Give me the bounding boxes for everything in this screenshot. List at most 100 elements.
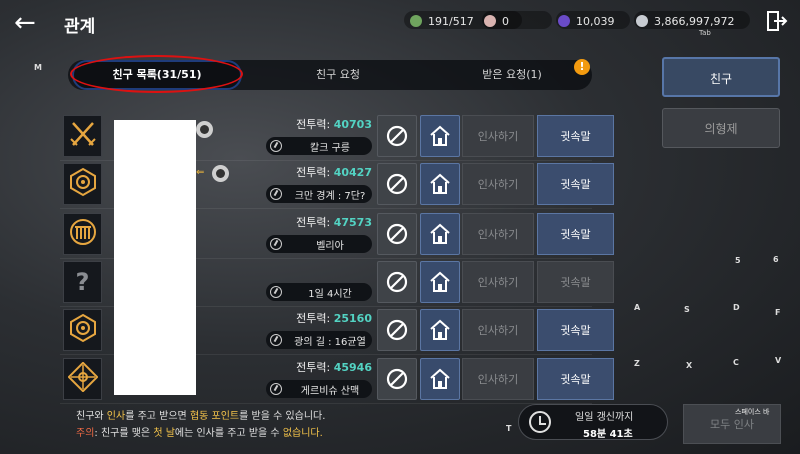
block-button[interactable]: [377, 309, 417, 351]
currency-energy: 191/517: [410, 12, 474, 30]
compass-icon: [270, 383, 282, 395]
friend-location: 크만 경계 : 7단?: [266, 185, 372, 203]
combat-power: 전투력: 25160: [296, 312, 372, 325]
key-hint-f: F: [775, 308, 781, 317]
visit-residence-button[interactable]: [420, 163, 460, 205]
key-hint-v: V: [775, 356, 782, 365]
crystal-value: 10,039: [576, 14, 615, 28]
exit-icon[interactable]: [766, 10, 788, 32]
page-title: 관계: [64, 17, 96, 37]
tab-received-request[interactable]: 받은 요청(1): [432, 60, 592, 90]
block-button[interactable]: [377, 213, 417, 255]
whisper-button[interactable]: 귓속말: [537, 261, 614, 303]
greet-button[interactable]: 인사하기: [462, 213, 534, 255]
timer-label: 일일 갱신까지: [575, 412, 634, 423]
energy-value: 191/517: [428, 14, 474, 28]
whisper-button[interactable]: 귓속말: [537, 358, 614, 400]
house-icon: [430, 271, 450, 292]
key-hint-m: M: [34, 63, 42, 72]
whisper-button[interactable]: 귓속말: [537, 213, 614, 255]
friend-location: 게르비슈 산맥: [266, 380, 372, 398]
notice-line-2: 주의: 친구를 맺은 첫 날에는 인사를 주고 받을 수 없습니다.: [76, 428, 323, 439]
clock-icon: [529, 411, 551, 433]
block-icon: [386, 173, 408, 195]
combat-power-value: 45946: [333, 361, 372, 374]
clock-icon: [270, 286, 282, 298]
key-hint-d: D: [733, 303, 740, 312]
key-hint-5: 5: [735, 256, 741, 265]
combat-power-value: 47573: [333, 216, 372, 229]
block-icon: [386, 223, 408, 245]
rose-crest-icon: [68, 313, 98, 347]
silver-icon: [636, 15, 648, 27]
key-hint-t: T: [506, 424, 512, 433]
block-button[interactable]: [377, 163, 417, 205]
greet-button[interactable]: 인사하기: [462, 358, 534, 400]
greet-button[interactable]: 인사하기: [462, 163, 534, 205]
whisper-button[interactable]: 귓속말: [537, 115, 614, 157]
greet-button[interactable]: 인사하기: [462, 115, 534, 157]
whisper-button[interactable]: 귓속말: [537, 163, 614, 205]
whisper-button[interactable]: 귓속말: [537, 309, 614, 351]
key-hint-x: X: [686, 361, 693, 370]
greet-button[interactable]: 인사하기: [462, 309, 534, 351]
energy-icon: [410, 15, 422, 27]
notice-line-1: 친구와 인사를 주고 받으면 협동 포인트를 받을 수 있습니다.: [76, 411, 326, 422]
daily-reset-timer: 일일 갱신까지 58분 41초: [518, 404, 668, 440]
house-icon: [430, 319, 450, 340]
combat-power-value: 40703: [333, 118, 372, 131]
block-icon: [386, 368, 408, 390]
visit-residence-button[interactable]: [420, 358, 460, 400]
friend-crest: [63, 213, 102, 255]
friend-category-button[interactable]: 친구: [662, 57, 780, 97]
currency-crystal: 10,039: [558, 12, 615, 30]
party-status-icon: [196, 121, 213, 138]
combat-power-value: 40427: [333, 166, 372, 179]
compass-icon: [270, 188, 282, 200]
friend-crest: ?: [63, 261, 102, 303]
greet-button[interactable]: 인사하기: [462, 261, 534, 303]
block-button[interactable]: [377, 358, 417, 400]
block-button[interactable]: [377, 115, 417, 157]
rose-crest-icon: [68, 167, 98, 201]
info-notice: 친구와 인사를 주고 받으면 협동 포인트를 받을 수 있습니다. 주의: 친구…: [76, 408, 325, 442]
last-login-time: 1일 4시간: [266, 283, 372, 301]
friend-location: 광의 길 : 16균열: [266, 331, 372, 349]
pearl-value: 0: [502, 14, 509, 28]
compass-icon: [270, 334, 282, 346]
key-hint-s: S: [684, 305, 690, 314]
compass-icon: [270, 140, 282, 152]
combat-power-value: 25160: [333, 312, 372, 325]
block-icon: [386, 125, 408, 147]
house-icon: [430, 368, 450, 389]
combat-power: 전투력: 40427: [296, 166, 372, 179]
transfer-arrow-icon: ⇐: [196, 167, 205, 178]
visit-residence-button[interactable]: [420, 213, 460, 255]
visit-residence-button[interactable]: [420, 115, 460, 157]
block-icon: [386, 319, 408, 341]
key-hint-space: 스페이스 바: [735, 408, 770, 416]
alert-badge-icon: !: [574, 59, 590, 75]
block-icon: [386, 271, 408, 293]
combat-power: 전투력: 40703: [296, 118, 372, 131]
block-button[interactable]: [377, 261, 417, 303]
key-hint-z: Z: [634, 359, 640, 368]
tab-friend-request[interactable]: 친구 요청: [258, 60, 418, 90]
key-hint-6: 6: [773, 255, 779, 264]
compass-crest-icon: [66, 361, 99, 396]
party-status-icon: [212, 165, 229, 182]
back-arrow-icon[interactable]: ←: [14, 8, 44, 38]
gate-crest-icon: [68, 217, 98, 251]
friend-crest: [63, 115, 102, 157]
crystal-icon: [558, 15, 570, 27]
redacted-names-block: [114, 120, 196, 395]
compass-icon: [270, 238, 282, 250]
red-circle-annotation: [70, 55, 243, 93]
combat-power: 전투력: 45946: [296, 361, 372, 374]
tab-key-hint: Tab: [699, 29, 711, 37]
visit-residence-button[interactable]: [420, 309, 460, 351]
friend-location: 벨리아: [266, 235, 372, 253]
visit-residence-button[interactable]: [420, 261, 460, 303]
row-divider: [60, 403, 592, 404]
sibling-category-button[interactable]: 의형제: [662, 108, 780, 148]
